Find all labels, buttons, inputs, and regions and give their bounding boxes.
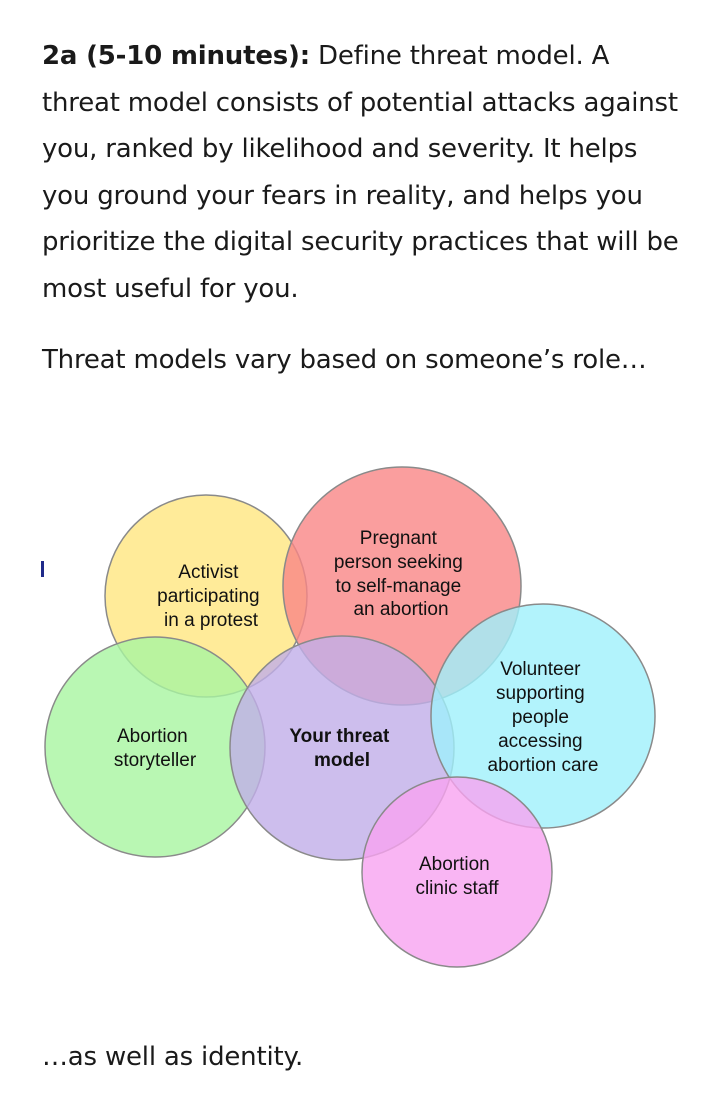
label-line: clinic staff: [415, 878, 499, 899]
label-line: Volunteer: [500, 659, 581, 680]
label-line: Pregnant: [360, 528, 438, 549]
label-line: in a protest: [164, 610, 259, 631]
outro-caption: …as well as identity.: [42, 1042, 304, 1072]
label-line: Abortion: [117, 726, 188, 747]
intro-body: Define threat model. A threat model cons…: [42, 41, 679, 304]
label-line: model: [314, 750, 370, 771]
label-line: supporting: [496, 683, 585, 704]
label-line: people: [512, 707, 569, 728]
intro-paragraph: 2a (5-10 minutes): Define threat model. …: [42, 33, 682, 312]
intro-heading: 2a (5-10 minutes):: [42, 41, 310, 71]
label-line: person seeking: [334, 552, 463, 573]
label-line: Your threat: [289, 726, 390, 747]
label-line: accessing: [498, 731, 583, 752]
role-caption: Threat models vary based on someone’s ro…: [42, 345, 647, 375]
label-line: Abortion: [419, 854, 490, 875]
label-line: Activist: [178, 562, 239, 583]
threat-model-venn-diagram: Activist participating in a protest Preg…: [44, 466, 656, 968]
label-line: storyteller: [114, 750, 197, 771]
label-line: abortion care: [488, 755, 599, 776]
label-line: to self-manage: [336, 576, 462, 597]
label-line: participating: [157, 586, 259, 607]
label-line: an abortion: [353, 599, 448, 620]
